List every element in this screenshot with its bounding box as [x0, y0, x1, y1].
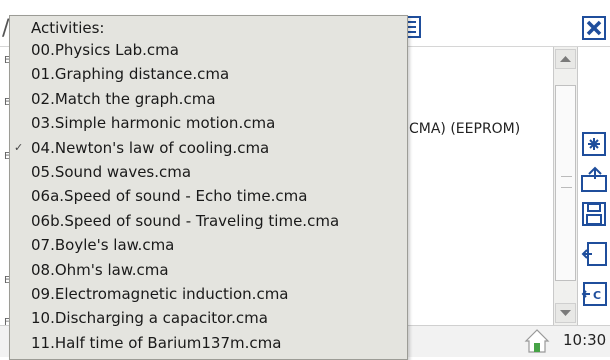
menu-item-label: 02.Match the graph.cma [31, 89, 216, 108]
import-icon[interactable] [580, 240, 608, 268]
save-icon[interactable] [580, 200, 608, 228]
svg-text:C: C [593, 289, 601, 302]
menu-item-00[interactable]: 00.Physics Lab.cma [10, 39, 407, 63]
close-icon[interactable] [582, 16, 606, 40]
menu-item-label: 06b.Speed of sound - Traveling time.cma [31, 211, 340, 230]
menu-item-06a[interactable]: 06a.Speed of sound - Echo time.cma [10, 185, 407, 209]
menu-item-label: 08.Ohm's law.cma [31, 260, 169, 279]
device-info-text: CMA) (EEPROM) [409, 121, 521, 137]
menu-item-06b[interactable]: 06b.Speed of sound - Traveling time.cma [10, 210, 407, 234]
scroll-up-button[interactable] [555, 49, 576, 69]
scroll-grip [561, 176, 572, 188]
menu-item-05[interactable]: 05.Sound waves.cma [10, 161, 407, 185]
export-icon[interactable] [580, 165, 608, 193]
menu-item-label: 10.Discharging a capacitor.cma [31, 309, 268, 328]
menu-item-07[interactable]: 07.Boyle's law.cma [10, 234, 407, 258]
settings-icon[interactable] [580, 130, 608, 158]
side-toolbar: C [578, 130, 610, 330]
menu-item-08[interactable]: 08.Ohm's law.cma [10, 259, 407, 283]
activities-dropdown-menu: Activities: 00.Physics Lab.cma 01.Graphi… [9, 15, 408, 360]
import-c-icon[interactable]: C [580, 280, 608, 308]
menu-item-label: 11.Half time of Barium137m.cma [31, 333, 282, 352]
menu-item-04[interactable]: ✓ 04.Newton's law of cooling.cma [10, 137, 407, 161]
menu-item-label: 01.Graphing distance.cma [31, 65, 230, 84]
menu-item-01[interactable]: 01.Graphing distance.cma [10, 63, 407, 87]
menu-item-label: 05.Sound waves.cma [31, 162, 192, 181]
menu-item-02[interactable]: 02.Match the graph.cma [10, 88, 407, 112]
menu-item-09[interactable]: 09.Electromagnetic induction.cma [10, 283, 407, 307]
check-icon: ✓ [14, 140, 24, 154]
activity-list: 00.Physics Lab.cma 01.Graphing distance.… [10, 39, 407, 356]
menu-item-label: 07.Boyle's law.cma [31, 236, 175, 255]
menu-item-11[interactable]: 11.Half time of Barium137m.cma [10, 332, 407, 356]
clock-time: 10:30 [563, 331, 607, 349]
scroll-thumb[interactable] [555, 85, 576, 281]
menu-header: Activities: [31, 19, 105, 37]
home-icon[interactable] [524, 327, 550, 353]
vertical-scrollbar[interactable] [553, 47, 578, 325]
menu-item-label: 06a.Speed of sound - Echo time.cma [31, 187, 308, 206]
menu-item-label: 04.Newton's law of cooling.cma [31, 138, 270, 157]
scroll-down-button[interactable] [555, 303, 576, 323]
menu-item-label: 09.Electromagnetic induction.cma [31, 284, 289, 303]
menu-item-03[interactable]: 03.Simple harmonic motion.cma [10, 112, 407, 136]
menu-item-10[interactable]: 10.Discharging a capacitor.cma [10, 307, 407, 331]
menu-item-label: 00.Physics Lab.cma [31, 41, 179, 59]
menu-item-label: 03.Simple harmonic motion.cma [31, 114, 276, 133]
